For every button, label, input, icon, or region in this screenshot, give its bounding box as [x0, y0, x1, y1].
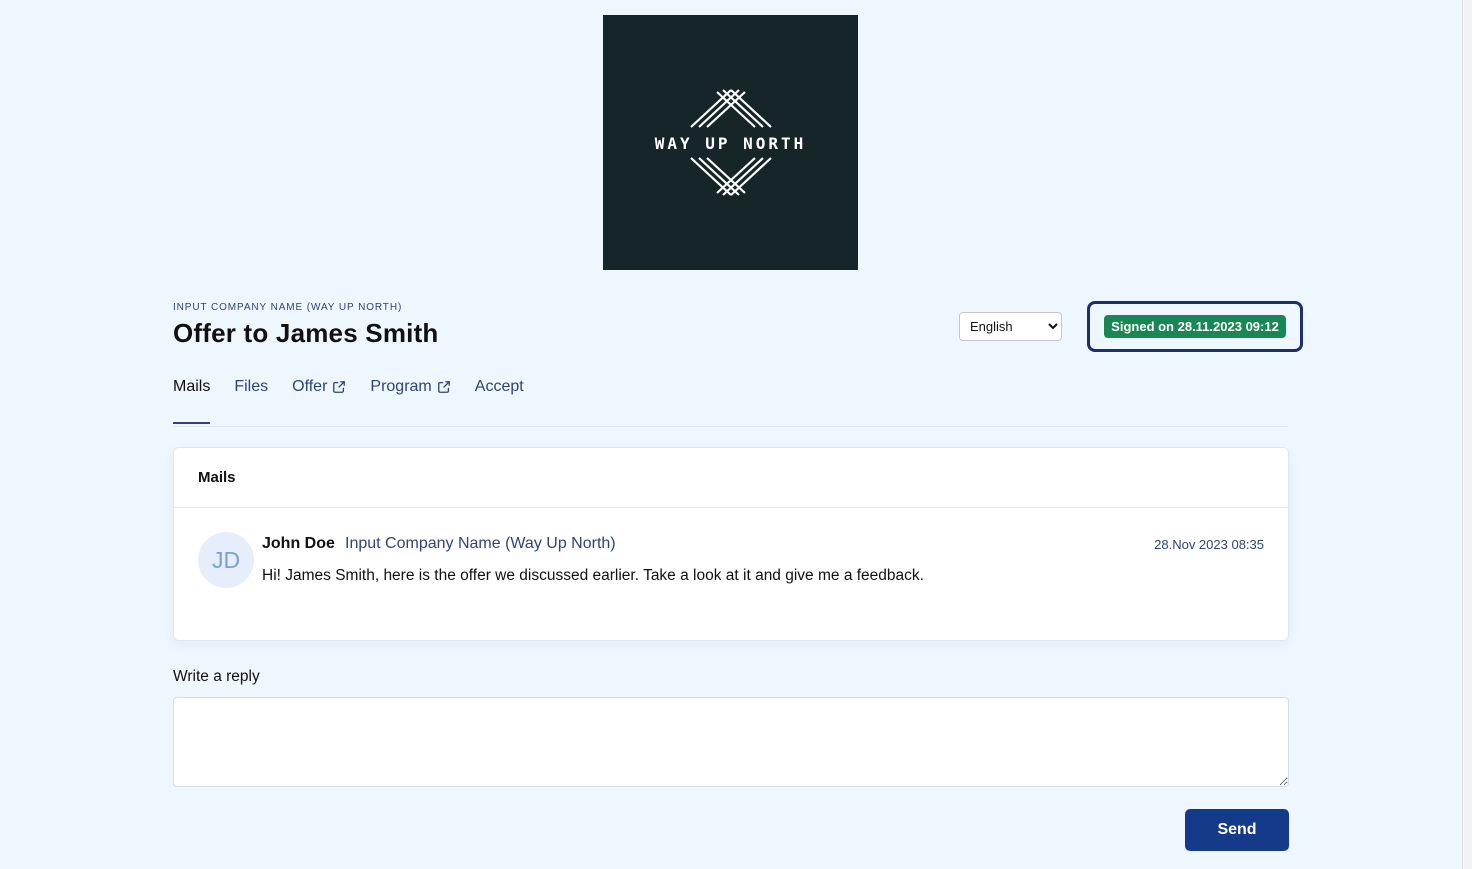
tab-accept[interactable]: Accept [475, 372, 524, 424]
tab-label: Program [370, 378, 432, 395]
avatar: JD [198, 532, 254, 588]
page-title: Offer to James Smith [173, 318, 439, 348]
company-logo: WAY UP NORTH [603, 15, 858, 270]
tab-label: Offer [292, 378, 328, 395]
external-link-icon [437, 381, 450, 393]
way-up-north-logo-mark: WAY UP NORTH [655, 89, 807, 196]
mail-item[interactable]: JD John Doe Input Company Name (Way Up N… [174, 508, 1288, 641]
tab-label: Accept [474, 378, 524, 395]
language-select[interactable]: English [959, 312, 1062, 341]
page-scrollbar[interactable] [1462, 0, 1472, 869]
send-button[interactable]: Send [1185, 809, 1289, 851]
tab-files[interactable]: Files [234, 372, 268, 424]
mail-sender: John Doe [262, 535, 335, 552]
tab-offer[interactable]: Offer [292, 372, 346, 424]
mails-card-heading: Mails [174, 448, 1288, 508]
mails-card: Mails JD John Doe Input Company Name (Wa… [173, 447, 1289, 641]
status-highlight-frame: Signed on 28.11.2023 09:12 [1087, 301, 1303, 352]
reply-textarea[interactable] [173, 697, 1289, 787]
mail-sender-company: Input Company Name (Way Up North) [345, 535, 616, 552]
tab-mails[interactable]: Mails [173, 372, 211, 424]
mail-timestamp: 28.Nov 2023 08:35 [1154, 537, 1264, 552]
logo-text: WAY UP NORTH [655, 134, 807, 153]
tab-label: Files [234, 378, 269, 395]
tab-label: Mails [173, 378, 211, 395]
external-link-icon [333, 381, 346, 393]
mail-body: Hi! James Smith, here is the offer we di… [262, 567, 924, 584]
tab-program[interactable]: Program [370, 372, 450, 424]
tab-bar: Mails Files Offer Program Accept [173, 372, 1288, 427]
company-caption: INPUT COMPANY NAME (WAY UP NORTH) [173, 302, 403, 313]
status-badge: Signed on 28.11.2023 09:12 [1104, 315, 1286, 338]
reply-label: Write a reply [173, 668, 260, 685]
